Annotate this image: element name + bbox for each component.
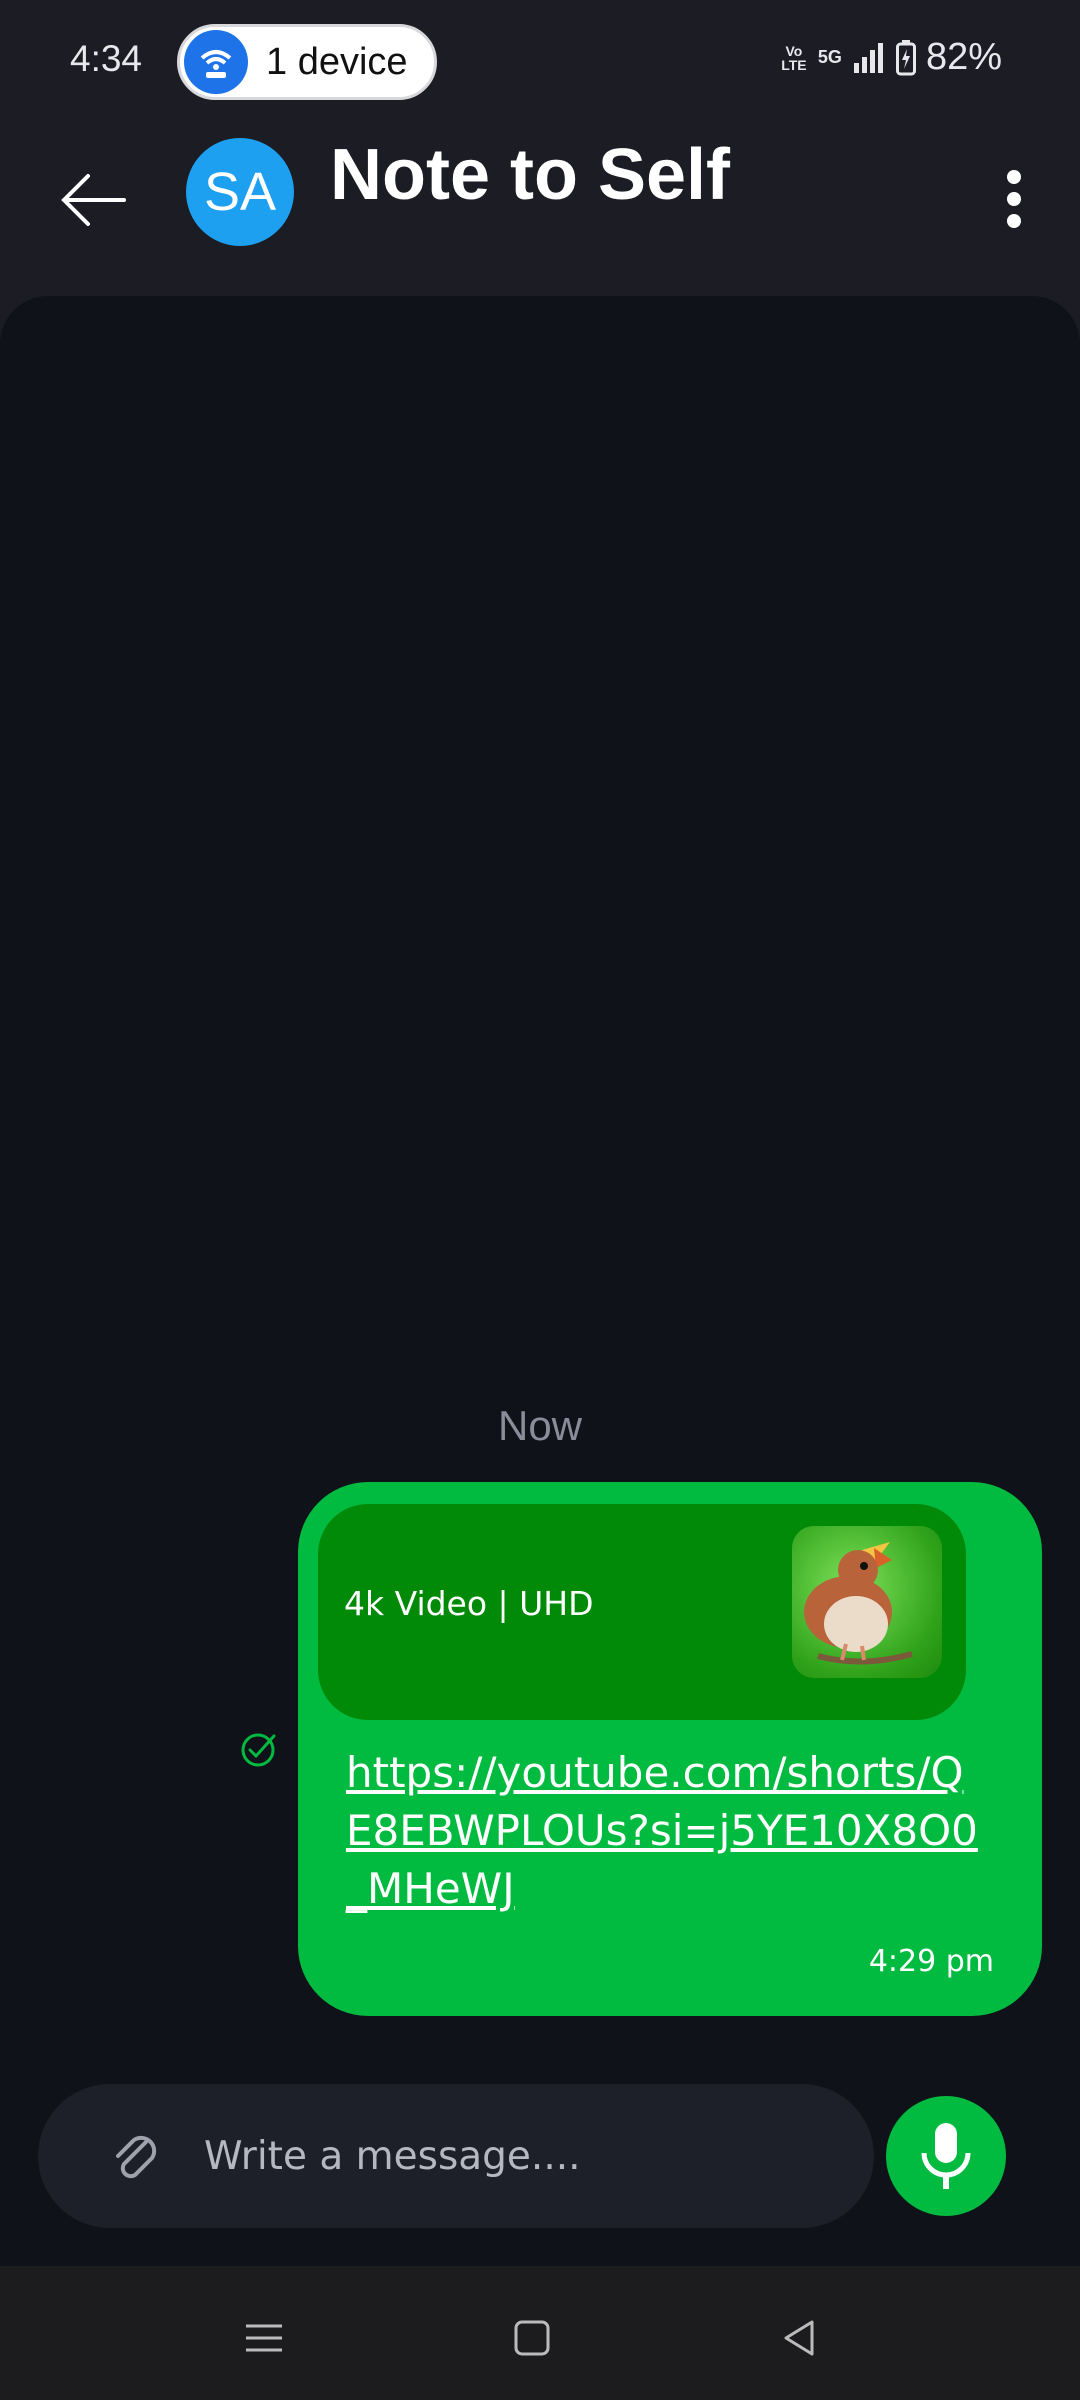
more-vert-dot	[1007, 192, 1021, 206]
triangle-back-icon	[784, 2320, 814, 2356]
hotspot-icon	[184, 30, 248, 94]
message-link[interactable]: https://youtube.com/shorts/QE8EBWPLOUs?s…	[346, 1744, 986, 1918]
status-icons: Vo LTE 5G 82%	[780, 36, 1002, 79]
check-circle-icon	[241, 1733, 276, 1767]
more-options-button[interactable]	[996, 164, 1032, 234]
menu-icon	[246, 2324, 282, 2352]
link-preview-thumbnail	[792, 1526, 942, 1678]
message-composer	[38, 2084, 874, 2228]
more-vert-icon	[1007, 170, 1021, 184]
hotspot-indicator[interactable]: 1 device	[177, 24, 437, 100]
network-type: 5G	[817, 47, 842, 67]
avatar[interactable]: SA	[186, 138, 294, 246]
square-icon	[514, 2320, 550, 2356]
system-nav-bar	[0, 2266, 1080, 2400]
status-bar: 4:34 1 device Vo LTE 5G 82%	[0, 0, 1080, 124]
app-bar: SA Note to Self	[0, 124, 1080, 294]
message-bubble[interactable]: 4k Video | UHD https://youtube.com/short…	[298, 1482, 1042, 2016]
message-timestamp: 4:29 pm	[868, 1944, 994, 1979]
volte-indicator: Vo LTE	[781, 42, 807, 73]
more-vert-dot	[1007, 214, 1021, 228]
hotspot-label: 1 device	[266, 40, 408, 83]
back-nav-button[interactable]	[772, 2310, 828, 2366]
signal-icon	[853, 42, 883, 73]
arrow-left-icon	[61, 174, 126, 226]
paperclip-icon	[116, 2135, 157, 2179]
attach-button[interactable]	[102, 2124, 166, 2188]
link-preview[interactable]: 4k Video | UHD	[318, 1504, 966, 1720]
link-preview-title: 4k Video | UHD	[344, 1584, 594, 1623]
back-button[interactable]	[54, 160, 134, 240]
status-time: 4:34	[70, 38, 143, 79]
microphone-icon	[921, 2123, 971, 2189]
battery-percent: 82%	[925, 36, 1002, 78]
recents-button[interactable]	[236, 2310, 292, 2366]
voice-record-button[interactable]	[886, 2096, 1006, 2216]
home-button[interactable]	[504, 2310, 560, 2366]
message-input[interactable]	[204, 2120, 844, 2192]
battery-icon	[895, 39, 916, 75]
date-divider: Now	[497, 1402, 583, 1449]
conversation-title[interactable]: Note to Self	[330, 134, 730, 216]
